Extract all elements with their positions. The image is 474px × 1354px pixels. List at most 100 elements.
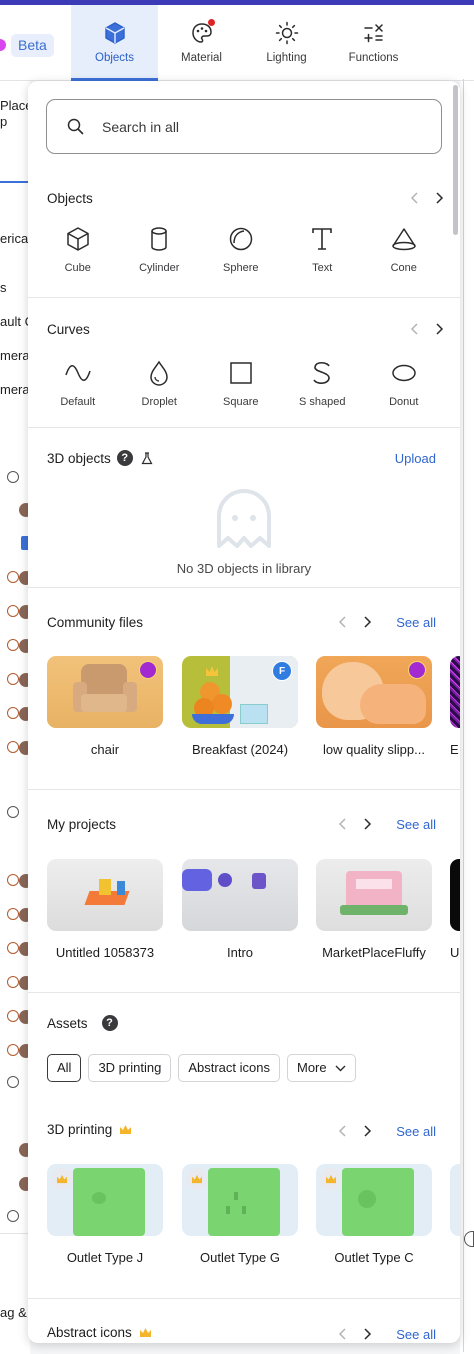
object-cube[interactable]: Cube <box>37 226 119 274</box>
curve-donut[interactable]: Donut <box>363 360 445 408</box>
layer-icon <box>7 471 19 483</box>
crown-icon <box>206 666 218 676</box>
chevron-left-icon[interactable] <box>338 817 348 831</box>
object-label: Sphere <box>223 262 259 274</box>
curve-label: Square <box>223 396 259 408</box>
section-title: My projects <box>47 817 117 832</box>
chevron-right-icon[interactable] <box>362 1327 372 1341</box>
curve-s-shaped[interactable]: S shaped <box>282 360 364 408</box>
object-text[interactable]: Text <box>282 226 364 274</box>
chip-all[interactable]: All <box>47 1054 82 1082</box>
chevron-left-icon[interactable] <box>338 1327 348 1341</box>
chip-more[interactable]: More <box>286 1054 356 1082</box>
square-icon <box>230 362 252 384</box>
section-header: 3D printing <box>47 1122 132 1137</box>
tab-lighting[interactable]: Lighting <box>243 5 330 81</box>
carousel-arrows <box>338 1124 372 1138</box>
project-card[interactable]: U <box>450 859 460 960</box>
card-label: Untitled 1058373 <box>55 945 155 960</box>
droplet-icon <box>150 360 169 386</box>
carousel-arrows <box>410 191 444 205</box>
see-all-link[interactable]: See all <box>396 817 436 832</box>
layer-label: ault C <box>0 314 30 329</box>
card-label: U <box>450 945 460 960</box>
see-all-link[interactable]: See all <box>396 615 436 630</box>
layer-label: p <box>0 114 8 129</box>
project-card[interactable]: Untitled 1058373 <box>47 859 163 960</box>
asset-card[interactable]: Outlet Type J <box>47 1164 163 1265</box>
thumbnail <box>316 1164 432 1236</box>
help-icon[interactable]: ? <box>116 450 133 466</box>
help-icon[interactable]: ? <box>101 1015 118 1031</box>
app-window: { "topbar": { "beta_label": "Beta", "tab… <box>0 0 474 1354</box>
curve-square[interactable]: Square <box>200 360 282 408</box>
toolbar: Beta Objects Material Lighting Functions <box>0 5 474 81</box>
chevron-left-icon[interactable] <box>338 615 348 629</box>
text-icon <box>312 228 333 250</box>
community-card[interactable]: low quality slipp... <box>316 656 432 757</box>
layer-label: Place <box>0 98 30 113</box>
object-label: Text <box>312 262 333 274</box>
tab-label: Material <box>181 52 222 64</box>
layer-icon <box>7 1010 19 1022</box>
premium-badge <box>320 1168 342 1190</box>
object-label: Cone <box>390 262 417 274</box>
ghost-icon <box>217 489 271 548</box>
layer-label: s <box>0 280 7 295</box>
card-label: chair <box>90 742 120 757</box>
thumbnail <box>316 656 432 728</box>
tab-objects[interactable]: Objects <box>71 5 158 81</box>
thumbnail <box>450 1164 460 1236</box>
project-card[interactable]: MarketPlaceFluffy <box>316 859 432 960</box>
notification-dot <box>207 19 215 26</box>
section-header: 3D objects ? <box>47 450 153 466</box>
chevron-left-icon[interactable] <box>410 322 420 336</box>
abstract-icons-section: Abstract icons See all <box>28 1298 460 1343</box>
layer-label: mera <box>0 382 30 397</box>
asset-card[interactable]: Outlet Type C <box>316 1164 432 1265</box>
tab-functions[interactable]: Functions <box>330 5 417 81</box>
curve-droplet[interactable]: Droplet <box>119 360 201 408</box>
carousel-arrows <box>338 1327 372 1341</box>
curve-label: Default <box>60 396 96 408</box>
chevron-right-icon[interactable] <box>362 817 372 831</box>
crown-icon <box>139 1328 151 1337</box>
thumbnail <box>182 859 298 931</box>
chip-abstract-icons[interactable]: Abstract icons <box>178 1054 280 1082</box>
chevron-left-icon[interactable] <box>410 191 420 205</box>
object-cylinder[interactable]: Cylinder <box>119 226 201 274</box>
carousel-arrows <box>410 322 444 336</box>
chip-3d-printing[interactable]: 3D printing <box>88 1054 172 1082</box>
search-input[interactable] <box>102 112 422 142</box>
community-card[interactable]: chair <box>47 656 163 757</box>
thumbnail <box>47 859 163 931</box>
beta-badge: Beta <box>11 34 54 57</box>
tab-material[interactable]: Material <box>158 5 245 81</box>
section-title: Abstract icons <box>47 1325 132 1340</box>
layer-icon <box>7 1210 19 1222</box>
thumbnail <box>450 859 460 931</box>
tab-label: Functions <box>348 52 399 64</box>
chevron-right-icon[interactable] <box>362 1124 372 1138</box>
community-card[interactable]: F Breakfast (2024) <box>182 656 298 757</box>
divider <box>0 1233 30 1234</box>
user-avatar-badge <box>139 661 157 679</box>
curve-default[interactable]: Default <box>37 360 119 408</box>
project-card[interactable]: Intro <box>182 859 298 960</box>
chevron-right-icon[interactable] <box>362 615 372 629</box>
card-label: Outlet Type G <box>200 1250 280 1265</box>
upload-button[interactable]: Upload <box>395 451 436 466</box>
flask-icon <box>141 451 153 464</box>
asset-card[interactable]: Outlet Type G <box>182 1164 298 1265</box>
chevron-right-icon[interactable] <box>434 322 444 336</box>
see-all-link[interactable]: See all <box>396 1327 436 1342</box>
see-all-link[interactable]: See all <box>396 1124 436 1139</box>
object-cone[interactable]: Cone <box>363 226 445 274</box>
asset-card[interactable] <box>450 1164 460 1236</box>
thumbnail <box>450 656 460 728</box>
chevron-left-icon[interactable] <box>338 1124 348 1138</box>
section-header: Abstract icons <box>47 1325 152 1340</box>
community-card[interactable]: E <box>450 656 460 757</box>
object-sphere[interactable]: Sphere <box>200 226 282 274</box>
chevron-right-icon[interactable] <box>434 191 444 205</box>
